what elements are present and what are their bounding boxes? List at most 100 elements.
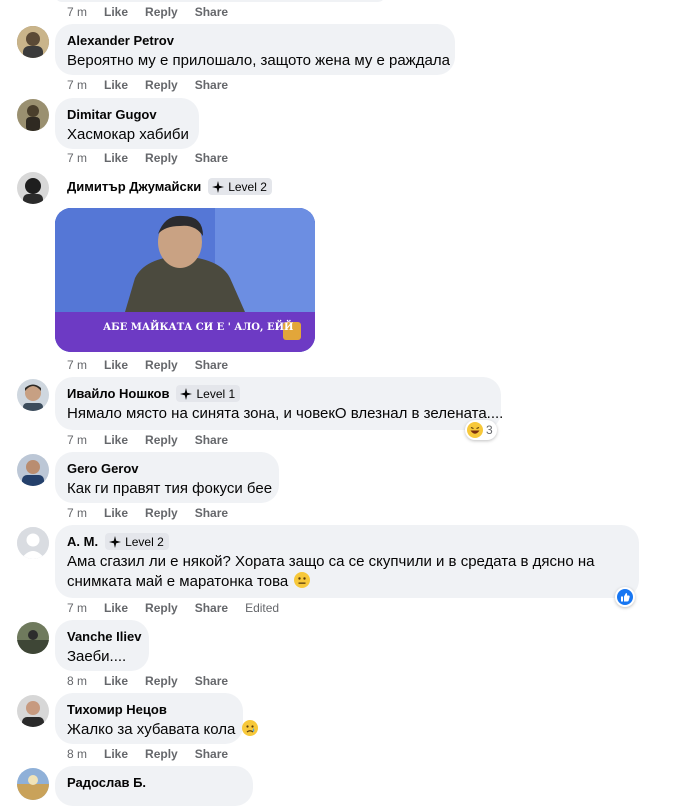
reply-button[interactable]: Reply xyxy=(145,358,178,372)
comment-text: Заеби.... xyxy=(67,648,127,665)
comment-time[interactable]: 8 m xyxy=(67,674,87,688)
like-button[interactable]: Like xyxy=(104,78,128,92)
reply-button[interactable]: Reply xyxy=(145,78,178,92)
reply-button[interactable]: Reply xyxy=(145,601,178,615)
level-badge[interactable]: Level 2 xyxy=(105,533,169,550)
reply-button[interactable]: Reply xyxy=(145,5,178,19)
comment-time[interactable]: 7 m xyxy=(67,358,87,372)
share-button[interactable]: Share xyxy=(195,506,228,520)
like-button[interactable]: Like xyxy=(104,5,128,19)
comment-actions: 7 m Like Reply Share xyxy=(67,357,245,373)
sparkle-badge-icon xyxy=(212,180,225,193)
avatar[interactable] xyxy=(17,695,49,727)
avatar[interactable] xyxy=(17,622,49,654)
sparkle-badge-icon xyxy=(180,387,193,400)
comment-text-line-2: снимката май е маратонка това xyxy=(67,573,289,590)
author-name[interactable]: Alexander Petrov xyxy=(67,33,174,48)
edited-label: Edited xyxy=(245,601,280,615)
avatar[interactable] xyxy=(17,379,49,411)
sparkle-badge-icon xyxy=(109,535,122,548)
avatar[interactable] xyxy=(17,26,49,58)
neutral-face-emoji xyxy=(294,572,311,588)
previous-comment-bubble xyxy=(55,0,385,2)
comment-bubble: Радослав Б. xyxy=(55,766,253,806)
comment-bubble: Dimitar Gugov Хасмокар хабиби xyxy=(55,98,199,149)
avatar[interactable] xyxy=(17,99,49,131)
like-button[interactable]: Like xyxy=(104,433,128,447)
avatar[interactable] xyxy=(17,768,49,800)
like-button[interactable]: Like xyxy=(104,601,128,615)
share-button[interactable]: Share xyxy=(195,5,228,19)
comment-actions: 7 m Like Reply Share xyxy=(67,150,245,166)
share-button[interactable]: Share xyxy=(195,433,228,447)
avatar[interactable] xyxy=(17,527,49,559)
author-name[interactable]: Димитър Джумайски xyxy=(67,179,201,194)
author-name[interactable]: Gero Gerov xyxy=(67,461,139,476)
gif-caption: АБЕ МАЙКАТА СИ Е ' АЛО, ЕЙЙ xyxy=(103,322,294,333)
reaction-summary[interactable] xyxy=(615,587,635,607)
author-name[interactable]: A. M. xyxy=(67,534,98,549)
comment-bubble: A. M. Level 2 Ама сгазил ли е някой? Хор… xyxy=(55,525,639,598)
comment-actions: 7 m Like Reply Share xyxy=(67,505,245,521)
share-button[interactable]: Share xyxy=(195,674,228,688)
avatar[interactable] xyxy=(17,172,49,204)
comment-time[interactable]: 8 m xyxy=(67,747,87,761)
share-button[interactable]: Share xyxy=(195,747,228,761)
comment-text: Нямало място на синята зона, и човекО вл… xyxy=(67,405,504,422)
comment-text-line-1: Ама сгазил ли е някой? Хората защо са се… xyxy=(67,553,595,570)
comment-text-line-2-row: снимката май е маратонка това xyxy=(67,572,627,592)
comment-text: Как ги правят тия фокуси бее xyxy=(67,480,273,497)
comment-actions: 7 m Like Reply Share xyxy=(67,77,245,93)
comment-actions: 7 m Like Reply Share xyxy=(67,432,245,448)
like-button[interactable]: Like xyxy=(104,747,128,761)
comment-time[interactable]: 7 m xyxy=(67,5,87,19)
comment-actions: 8 m Like Reply Share xyxy=(67,673,245,689)
comment-time[interactable]: 7 m xyxy=(67,506,87,520)
reply-button[interactable]: Reply xyxy=(145,674,178,688)
like-button[interactable]: Like xyxy=(104,151,128,165)
share-button[interactable]: Share xyxy=(195,151,228,165)
comment-bubble: Тихомир Нецов Жалко за хубавата кола xyxy=(55,693,258,744)
comment-text: Вероятно му е прилошало, защото жена му … xyxy=(67,52,450,69)
comment-time[interactable]: 7 m xyxy=(67,433,87,447)
comment-bubble: Ивайло Ношков Level 1 Нямало място на си… xyxy=(55,377,504,430)
comment-actions: 8 m Like Reply Share xyxy=(67,746,245,762)
reply-button[interactable]: Reply xyxy=(145,506,178,520)
comment-actions: 7 m Like Reply Share Edited xyxy=(67,600,279,616)
laugh-emoji-icon xyxy=(467,422,483,438)
badge-label: Level 2 xyxy=(125,534,164,549)
author-row: Димитър Джумайски Level 2 xyxy=(67,178,272,195)
avatar[interactable] xyxy=(17,454,49,486)
reply-button[interactable]: Reply xyxy=(145,151,178,165)
like-button[interactable]: Like xyxy=(104,358,128,372)
comment-gif[interactable]: АБЕ МАЙКАТА СИ Е ' АЛО, ЕЙЙ xyxy=(55,208,315,352)
like-button[interactable]: Like xyxy=(104,506,128,520)
like-thumb-icon xyxy=(617,589,633,605)
comment-text: Хасмокар хабиби xyxy=(67,126,189,143)
comment-text: Жалко за хубавата кола xyxy=(67,721,236,738)
reaction-summary[interactable]: 3 xyxy=(465,420,497,440)
share-button[interactable]: Share xyxy=(195,358,228,372)
reaction-count: 3 xyxy=(486,423,493,437)
badge-label: Level 1 xyxy=(196,386,236,401)
comment-bubble: Vanche Iliev Заеби.... xyxy=(55,620,149,671)
author-name[interactable]: Ивайло Ношков xyxy=(67,386,169,401)
share-button[interactable]: Share xyxy=(195,78,228,92)
author-name[interactable]: Тихомир Нецов xyxy=(67,702,167,717)
comment-bubble: Gero Gerov Как ги правят тия фокуси бее xyxy=(55,452,279,503)
comment-text-row: Жалко за хубавата кола xyxy=(67,720,258,740)
author-name[interactable]: Vanche Iliev xyxy=(67,629,141,644)
comment-time[interactable]: 7 m xyxy=(67,601,87,615)
share-button[interactable]: Share xyxy=(195,601,228,615)
author-name[interactable]: Радослав Б. xyxy=(67,775,146,790)
like-button[interactable]: Like xyxy=(104,674,128,688)
reply-button[interactable]: Reply xyxy=(145,433,178,447)
author-name[interactable]: Dimitar Gugov xyxy=(67,107,157,122)
comment-time[interactable]: 7 m xyxy=(67,78,87,92)
level-badge[interactable]: Level 2 xyxy=(208,178,272,195)
reply-button[interactable]: Reply xyxy=(145,747,178,761)
badge-label: Level 2 xyxy=(228,179,267,194)
crying-face-emoji xyxy=(241,720,258,736)
level-badge[interactable]: Level 1 xyxy=(176,385,241,402)
comment-time[interactable]: 7 m xyxy=(67,151,87,165)
